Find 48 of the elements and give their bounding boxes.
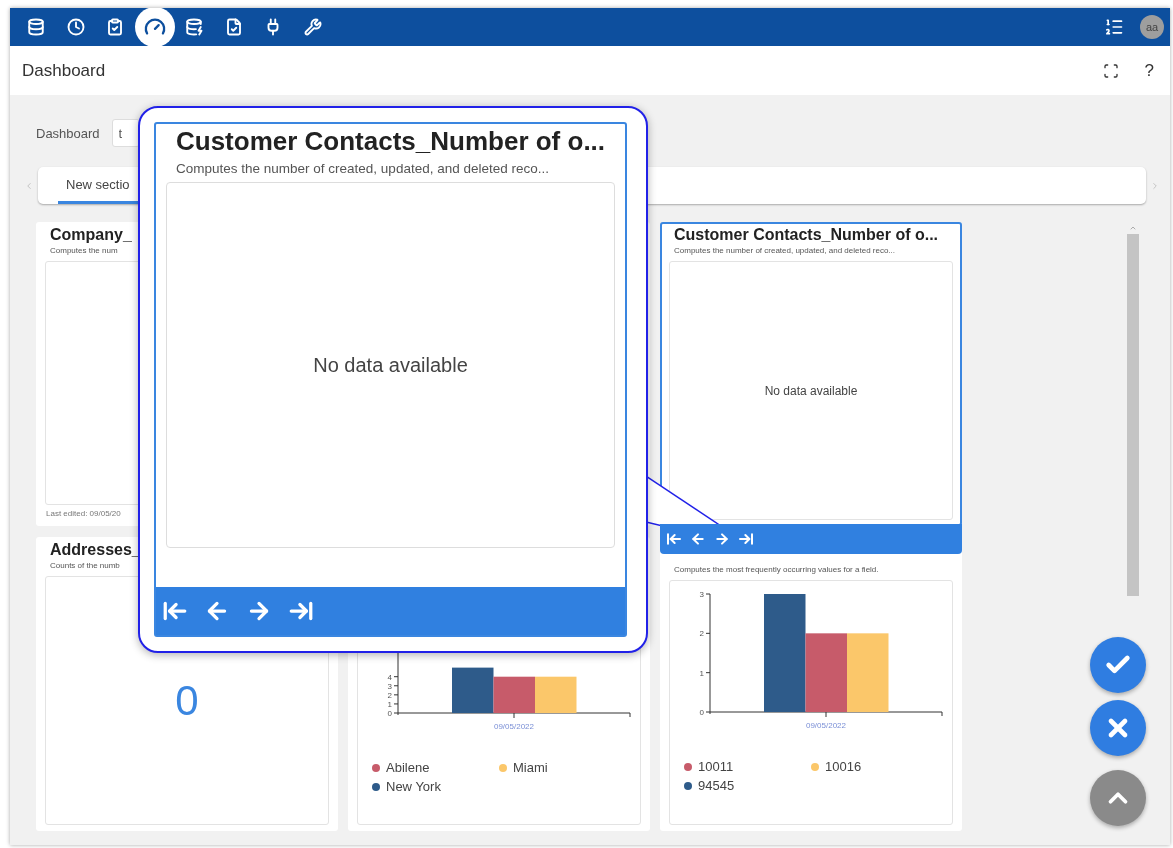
legend-label: 94545 [698, 778, 735, 793]
help-button[interactable]: ? [1140, 60, 1158, 81]
y-tick-label: 2 [699, 629, 705, 639]
widget-title: Addresses_ [49, 540, 142, 559]
scrollbar[interactable] [1126, 224, 1139, 596]
no-data-message: No data available [313, 353, 468, 377]
fullscreen-icon[interactable] [1102, 62, 1119, 79]
y-tick-label: 3 [387, 681, 393, 691]
confirm-button[interactable] [1090, 637, 1146, 693]
legend-label: Miami [513, 760, 548, 775]
dashboard-label: Dashboard [36, 125, 100, 141]
widget-title: Customer Contacts_Number of o... [175, 125, 607, 157]
widget-description: Computes the number of created, updated, and deleted reco... [175, 160, 550, 178]
last-edited-text: Last edited: 09/05/20 [45, 509, 122, 520]
next-icon[interactable] [714, 531, 730, 547]
list-icon[interactable] [1104, 17, 1124, 37]
last-page-icon[interactable] [738, 531, 754, 547]
scroll-up-icon[interactable] [1128, 224, 1137, 232]
user-avatar[interactable]: aa [1140, 15, 1164, 39]
widget-title: Customer Contacts_Number of o... [673, 225, 940, 244]
y-tick-label: 0 [699, 708, 705, 717]
widget-description: Counts of the numb [49, 560, 121, 572]
widget-description: Computes the num [49, 245, 119, 257]
y-tick-label: 0 [387, 709, 393, 718]
no-data-message: No data available [764, 383, 858, 398]
x-tick-label: 09/05/2022 [494, 722, 534, 731]
widget-title: Company_ [49, 225, 133, 244]
widget-description: Computes the number of created, updated, and deleted reco... [673, 245, 897, 257]
y-axis: 0 1 2 3 [699, 590, 711, 717]
legend-label: 10016 [825, 759, 862, 774]
x-tick-label: 09/05/2022 [806, 721, 846, 730]
legend-label: Abilene [386, 760, 430, 775]
y-tick-label: 3 [699, 590, 705, 599]
y-tick-label: 4 [387, 672, 393, 682]
legend-label: 10011 [698, 759, 734, 774]
scroll-top-button[interactable] [1090, 770, 1146, 826]
y-tick-label: 1 [387, 699, 393, 709]
legend-label: New York [386, 779, 441, 794]
widget-description: Computes the most frequently occurring values for a field. [673, 564, 880, 576]
y-tick-label: 2 [387, 690, 393, 700]
metric-value: 0 [175, 676, 199, 725]
first-page-icon[interactable] [666, 531, 682, 547]
close-button[interactable] [1090, 700, 1146, 756]
gauge-icon[interactable] [134, 8, 175, 47]
y-tick-label: 1 [699, 668, 705, 678]
dashboard-name-field[interactable]: t [111, 119, 140, 147]
page-title: Dashboard [22, 60, 106, 81]
previous-icon[interactable] [690, 531, 706, 547]
